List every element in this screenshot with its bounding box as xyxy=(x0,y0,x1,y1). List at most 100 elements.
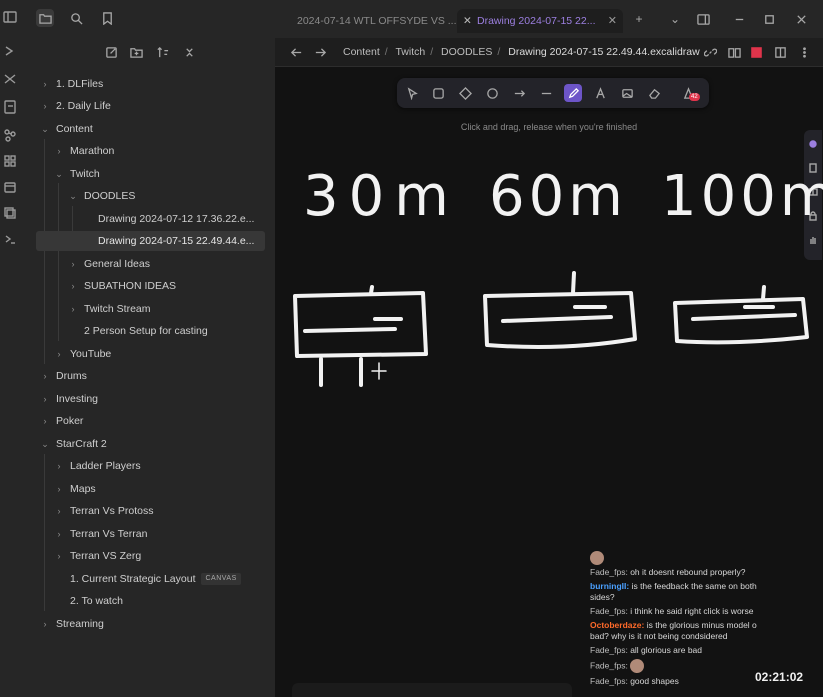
tree-item-starcraft-2[interactable]: ⌄ StarCraft 2 xyxy=(36,434,265,454)
tree-item-investing[interactable]: › Investing xyxy=(36,389,265,409)
tree-item-label: Content xyxy=(56,123,93,135)
tree-item-terran-vs-zerg[interactable]: › Terran VS Zerg xyxy=(36,546,265,566)
tree-item-label: 2 Person Setup for casting xyxy=(84,325,208,337)
copy-icon[interactable] xyxy=(3,206,19,222)
chevron-down-icon: ⌄ xyxy=(41,124,49,134)
chevron-right-icon: › xyxy=(43,394,47,404)
chevron-right-icon: › xyxy=(57,529,61,539)
link-icon[interactable] xyxy=(703,45,717,59)
tree-item-to-watch[interactable]: 2. To watch xyxy=(36,591,265,611)
tree-item-marathon[interactable]: › Marathon xyxy=(36,141,265,161)
tab-list-dropdown-icon[interactable]: ⌄ xyxy=(667,11,683,27)
breadcrumb-item[interactable]: DOODLES xyxy=(441,46,492,58)
terminal-icon[interactable] xyxy=(3,44,19,60)
sort-icon[interactable] xyxy=(154,44,170,60)
chevron-right-icon: › xyxy=(57,349,61,359)
tree-item-doodles[interactable]: ⌄ DOODLES xyxy=(36,186,265,206)
pdf-export-icon[interactable] xyxy=(749,45,763,59)
tree-item-twitch[interactable]: ⌄ Twitch xyxy=(36,164,265,184)
tree-item-daily-life[interactable]: › 2. Daily Life xyxy=(36,96,265,116)
tree-item-drawing-2024-07-12[interactable]: Drawing 2024-07-12 17.36.22.e... xyxy=(36,209,265,229)
tree-item-current-strategic-layout[interactable]: 1. Current Strategic Layout CANVAS xyxy=(36,569,265,589)
new-folder-icon[interactable] xyxy=(128,44,144,60)
chat-username: Fade_fps: xyxy=(590,567,628,577)
tree-item-twitch-stream[interactable]: › Twitch Stream xyxy=(36,299,265,319)
chat-message: Fade_fps: xyxy=(590,659,775,673)
breadcrumb-item[interactable]: Twitch xyxy=(395,46,425,58)
stream-clock: 02:21:02 xyxy=(755,670,804,684)
command-icon[interactable] xyxy=(3,232,19,248)
breadcrumb-separator: / xyxy=(497,46,501,58)
chat-username: Octoberdaze: xyxy=(590,620,645,630)
tree-item-general-ideas[interactable]: › General Ideas xyxy=(36,254,265,274)
more-options-icon[interactable] xyxy=(797,45,811,59)
emote-image xyxy=(590,551,604,565)
tree-item-2-person-setup[interactable]: 2 Person Setup for casting xyxy=(36,321,265,341)
tree-item-label: Twitch Stream xyxy=(84,303,151,315)
layout-icon[interactable] xyxy=(773,45,787,59)
close-icon[interactable]: ✕ xyxy=(608,9,617,33)
back-arrow-icon[interactable] xyxy=(289,45,303,59)
sketch-label-100m: 100m xyxy=(661,164,823,229)
new-note-icon[interactable] xyxy=(103,44,119,60)
chevron-right-icon: › xyxy=(43,101,47,111)
tree-item-subathon-ideas[interactable]: › SUBATHON IDEAS xyxy=(36,276,265,296)
tab-drawing[interactable]: ✕ Drawing 2024-07-15 22... ✕ xyxy=(457,9,623,33)
chat-message: Fade_fps: i think he said right click is… xyxy=(590,606,775,617)
window-close-icon[interactable] xyxy=(793,11,809,27)
chat-username: Fade_fps: xyxy=(590,660,628,671)
minimize-icon[interactable] xyxy=(731,11,747,27)
sketch-60m-text: 60m xyxy=(489,164,623,229)
bookmark-icon[interactable] xyxy=(98,9,116,27)
sketch-mouse-3 xyxy=(673,285,809,345)
chevron-right-icon: › xyxy=(57,551,61,561)
tree-item-label: 2. To watch xyxy=(70,595,123,607)
tree-item-poker[interactable]: › Poker xyxy=(36,411,265,431)
tree-item-label: Investing xyxy=(56,393,99,405)
chevron-right-icon: › xyxy=(43,619,47,629)
tree-item-youtube[interactable]: › YouTube xyxy=(36,344,265,364)
tree-item-maps[interactable]: › Maps xyxy=(36,479,265,499)
excalidraw-icon: ✕ xyxy=(463,15,472,27)
shuffle-icon[interactable] xyxy=(3,72,19,88)
tree-item-terran-vs-terran[interactable]: › Terran Vs Terran xyxy=(36,524,265,544)
tree-item-drums[interactable]: › Drums xyxy=(36,366,265,386)
sidebar-right-toggle-icon[interactable] xyxy=(695,11,711,27)
chevron-right-icon: › xyxy=(57,484,61,494)
new-note-icon[interactable] xyxy=(3,100,19,116)
tree-item-content[interactable]: ⌄ Content xyxy=(36,119,265,139)
maximize-icon[interactable] xyxy=(761,11,777,27)
graph-icon[interactable] xyxy=(3,128,19,144)
breadcrumb-item[interactable]: Content xyxy=(343,46,380,58)
book-open-icon[interactable] xyxy=(727,45,741,59)
tree-item-terran-vs-protoss[interactable]: › Terran Vs Protoss xyxy=(36,501,265,521)
tree-item-label: Terran VS Zerg xyxy=(70,550,142,562)
chevron-right-icon: › xyxy=(57,506,61,516)
new-tab-button[interactable]: + xyxy=(631,11,647,27)
sidebar-toggle-icon[interactable] xyxy=(3,10,19,26)
chat-username: Fade_fps: xyxy=(590,645,628,655)
tree-item-label: Terran Vs Terran xyxy=(70,528,148,540)
breadcrumb-current: Drawing 2024-07-15 22.49.44.excalidraw xyxy=(508,46,700,58)
emote-image xyxy=(630,659,645,673)
tree-item-ladder-players[interactable]: › Ladder Players xyxy=(36,456,265,476)
folder-icon[interactable] xyxy=(36,9,54,27)
chevron-right-icon: › xyxy=(57,146,61,156)
calendar-icon[interactable] xyxy=(3,180,19,196)
tree-item-label: Marathon xyxy=(70,145,115,157)
forward-arrow-icon[interactable] xyxy=(313,45,327,59)
chat-message: Fade_fps: all glorious are bad xyxy=(590,645,775,656)
sketch-mouse-1 xyxy=(293,285,428,387)
grid-icon[interactable] xyxy=(3,154,19,170)
breadcrumb-separator: / xyxy=(430,46,434,58)
tree-item-drawing-2024-07-15[interactable]: Drawing 2024-07-15 22.49.44.e... xyxy=(36,231,265,251)
search-icon[interactable] xyxy=(67,9,85,27)
tree-item-dlfiles[interactable]: › 1. DLFiles xyxy=(36,74,265,94)
chat-text: all glorious are bad xyxy=(630,645,703,655)
tree-item-streaming[interactable]: › Streaming xyxy=(36,614,265,634)
tab-wtl-offsyde[interactable]: 2024-07-14 WTL OFFSYDE VS ... xyxy=(295,9,457,33)
tree-item-label: Maps xyxy=(70,483,96,495)
chevron-right-icon: › xyxy=(43,416,47,426)
chat-emote xyxy=(590,551,775,565)
collapse-all-icon[interactable] xyxy=(181,44,197,60)
